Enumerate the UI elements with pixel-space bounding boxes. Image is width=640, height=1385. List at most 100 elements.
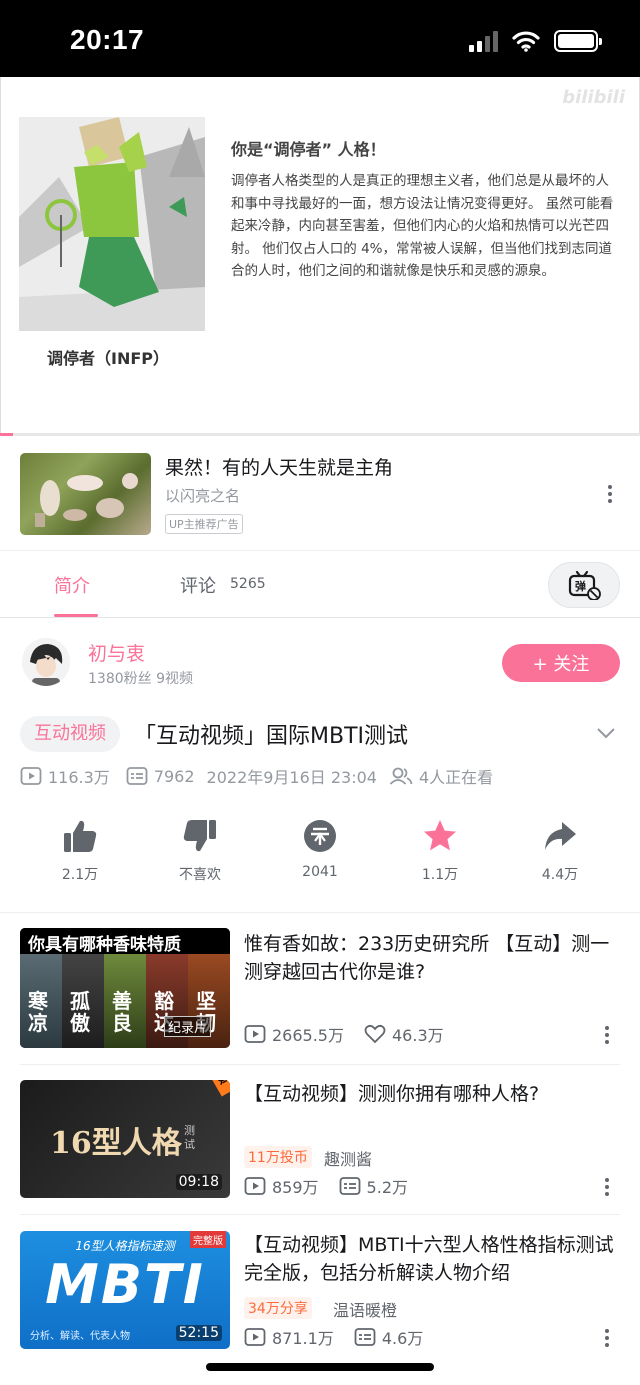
related-owner-3[interactable]: 温语暖橙 <box>333 1297 397 1321</box>
danmaku-count-icon <box>126 767 148 785</box>
related-badge-2: 11万投币 <box>244 1146 312 1168</box>
comment-count: 5265 <box>230 576 266 592</box>
thumb-top-text: 16型人格指标速测 <box>75 1239 175 1253</box>
video-meta: 116.3万 7962 2022年9月16日 23:04 4人正在看 <box>20 764 493 788</box>
uploader-row: 初与衷 1380粉丝 9视频 + 关注 <box>0 632 640 702</box>
video-player[interactable]: bilibili 调停者（INFP） 你是“调停者” 人格！ 调停者人格类型的人… <box>0 77 640 435</box>
play-count-icon <box>20 767 42 785</box>
duration-badge: 09:18 <box>175 1174 222 1190</box>
share-count: 4.4万 <box>541 867 579 883</box>
home-indicator <box>206 1363 434 1371</box>
detail-tabs: 简介 评论 5265 弹 <box>0 552 640 618</box>
battery-icon <box>554 30 602 52</box>
play-count-icon <box>244 1328 266 1346</box>
related-meta-2: 859万 5.2万 <box>244 1174 408 1198</box>
related-thumbnail-3[interactable]: 完整版 16型人格指标速测 MBTI 分析、解读、代表人物 52:15 <box>20 1231 230 1349</box>
tab-intro[interactable]: 简介 <box>54 572 90 598</box>
avatar[interactable] <box>22 638 70 686</box>
related-views-2: 859万 <box>272 1178 319 1197</box>
status-bar: 20:17 <box>0 0 640 77</box>
favorite-count: 1.1万 <box>421 867 459 883</box>
action-bar: 2.1万 不喜欢 2041 1.1万 4.4万 <box>0 818 640 898</box>
play-count-icon <box>244 1025 266 1043</box>
related-danmaku-2: 5.2万 <box>366 1178 408 1197</box>
persona-title: 你是“调停者” 人格！ <box>231 140 386 159</box>
persona-illustration <box>19 117 205 331</box>
related-more-icon-3[interactable] <box>604 1329 610 1347</box>
related-title-1[interactable]: 惟有香如故：233历史研究所 【互动】测一测穿越回古代你是谁? <box>244 930 624 986</box>
svg-text:弹: 弹 <box>575 579 586 593</box>
thumb-headline: 你具有哪种香味特质 <box>28 935 181 955</box>
thumbs-up-icon <box>64 820 97 852</box>
thumbs-down-icon <box>183 820 216 852</box>
related-more-icon-1[interactable] <box>604 1026 610 1044</box>
wifi-icon <box>512 31 540 52</box>
danmaku-count-icon <box>339 1177 360 1195</box>
related-more-icon-2[interactable] <box>604 1178 610 1196</box>
ad-subtitle: 以闪亮之名 <box>165 487 241 505</box>
video-title: 「互动视频」国际MBTI测试 <box>134 724 409 749</box>
related-separator <box>20 1064 620 1065</box>
related-owner-2[interactable]: 趣测酱 <box>324 1146 372 1170</box>
thumb-headline: 16型人格 <box>50 1126 182 1161</box>
interactive-video-tag: 互动视频 <box>20 716 120 752</box>
favorite-button[interactable]: 1.1万 <box>400 818 480 884</box>
thumb-bottom-text: 分析、解读、代表人物 <box>30 1331 130 1342</box>
related-danmaku-3: 4.6万 <box>381 1329 424 1348</box>
ad-more-icon[interactable] <box>607 485 613 503</box>
status-time: 20:17 <box>70 24 145 55</box>
related-meta-1: 2665.5万 46.3万 <box>244 1022 444 1046</box>
danmaku-off-icon: 弹 <box>568 570 601 600</box>
related-badge-3: 34万分享 <box>244 1297 312 1319</box>
related-likes-1: 46.3万 <box>392 1026 444 1045</box>
coin-count: 2041 <box>302 864 338 880</box>
ad-badge: UP主推荐广告 <box>165 514 243 534</box>
play-count-icon <box>244 1177 266 1195</box>
share-arrow-icon <box>545 822 576 850</box>
bilibili-watermark: bilibili <box>562 87 625 108</box>
coin-button[interactable]: 2041 <box>280 818 360 880</box>
danmaku-toggle-button[interactable]: 弹 <box>548 562 620 608</box>
thumb-headline: MBTI <box>45 1253 205 1316</box>
video-title-row: 互动视频 「互动视频」国际MBTI测试 <box>0 712 640 756</box>
share-button[interactable]: 4.4万 <box>520 818 600 884</box>
dislike-button[interactable]: 不喜欢 <box>160 818 240 884</box>
related-title-2[interactable]: 【互动视频】测测你拥有哪种人格? <box>244 1080 624 1108</box>
related-title-3[interactable]: 【互动视频】MBTI十六型人格性格指标测试完全版，包括分析解读人物介绍 <box>244 1231 624 1287</box>
heart-icon <box>364 1024 386 1044</box>
ad-card[interactable]: 果然！有的人天生就是主角 以闪亮之名 UP主推荐广告 <box>0 443 640 551</box>
thumb-corner-tag: 互动视频 <box>187 1080 230 1097</box>
tab-comments[interactable]: 评论 <box>180 572 216 598</box>
status-icons <box>469 30 602 52</box>
view-count: 116.3万 <box>48 768 110 787</box>
persona-description: 调停者人格类型的人是真正的理想主义者，他们总是从最坏的人和事中寻找最好的一面，想… <box>231 173 614 280</box>
like-count: 2.1万 <box>61 867 99 883</box>
thumb-word-1: 寒凉 <box>28 989 48 1035</box>
watching-people-icon <box>389 767 413 785</box>
follow-button[interactable]: + 关注 <box>502 644 620 682</box>
related-separator <box>20 1214 620 1215</box>
related-thumbnail-1[interactable]: 你具有哪种香味特质 寒凉 孤傲 善良 豁达 坚韧 纪录片 <box>20 928 230 1048</box>
danmaku-count: 7962 <box>153 766 195 786</box>
related-thumbnail-2[interactable]: 互动视频 16型人格 测试 09:18 <box>20 1080 230 1198</box>
uploader-name[interactable]: 初与衷 <box>88 639 145 666</box>
persona-caption: 调停者（INFP） <box>47 349 170 368</box>
danmaku-count-icon <box>354 1328 376 1346</box>
thumb-word-2: 孤傲 <box>70 989 90 1035</box>
cellular-signal-icon <box>469 30 498 52</box>
video-progress-fill <box>0 433 13 436</box>
related-views-1: 2665.5万 <box>272 1026 344 1045</box>
thumb-word-3: 善良 <box>112 989 132 1035</box>
publish-date: 2022年9月16日 23:04 <box>206 768 377 787</box>
chevron-down-icon[interactable] <box>596 726 616 740</box>
section-divider <box>0 912 640 913</box>
ad-thumbnail[interactable] <box>20 453 151 535</box>
like-button[interactable]: 2.1万 <box>40 818 120 884</box>
video-progress-bar[interactable] <box>0 433 640 436</box>
watching-count: 4人正在看 <box>419 768 494 787</box>
documentary-label: 纪录片 <box>164 1016 212 1037</box>
duration-badge: 52:15 <box>175 1325 222 1341</box>
ad-title[interactable]: 果然！有的人天生就是主角 <box>165 453 393 480</box>
coin-icon <box>304 820 336 852</box>
related-views-3: 871.1万 <box>272 1329 334 1348</box>
